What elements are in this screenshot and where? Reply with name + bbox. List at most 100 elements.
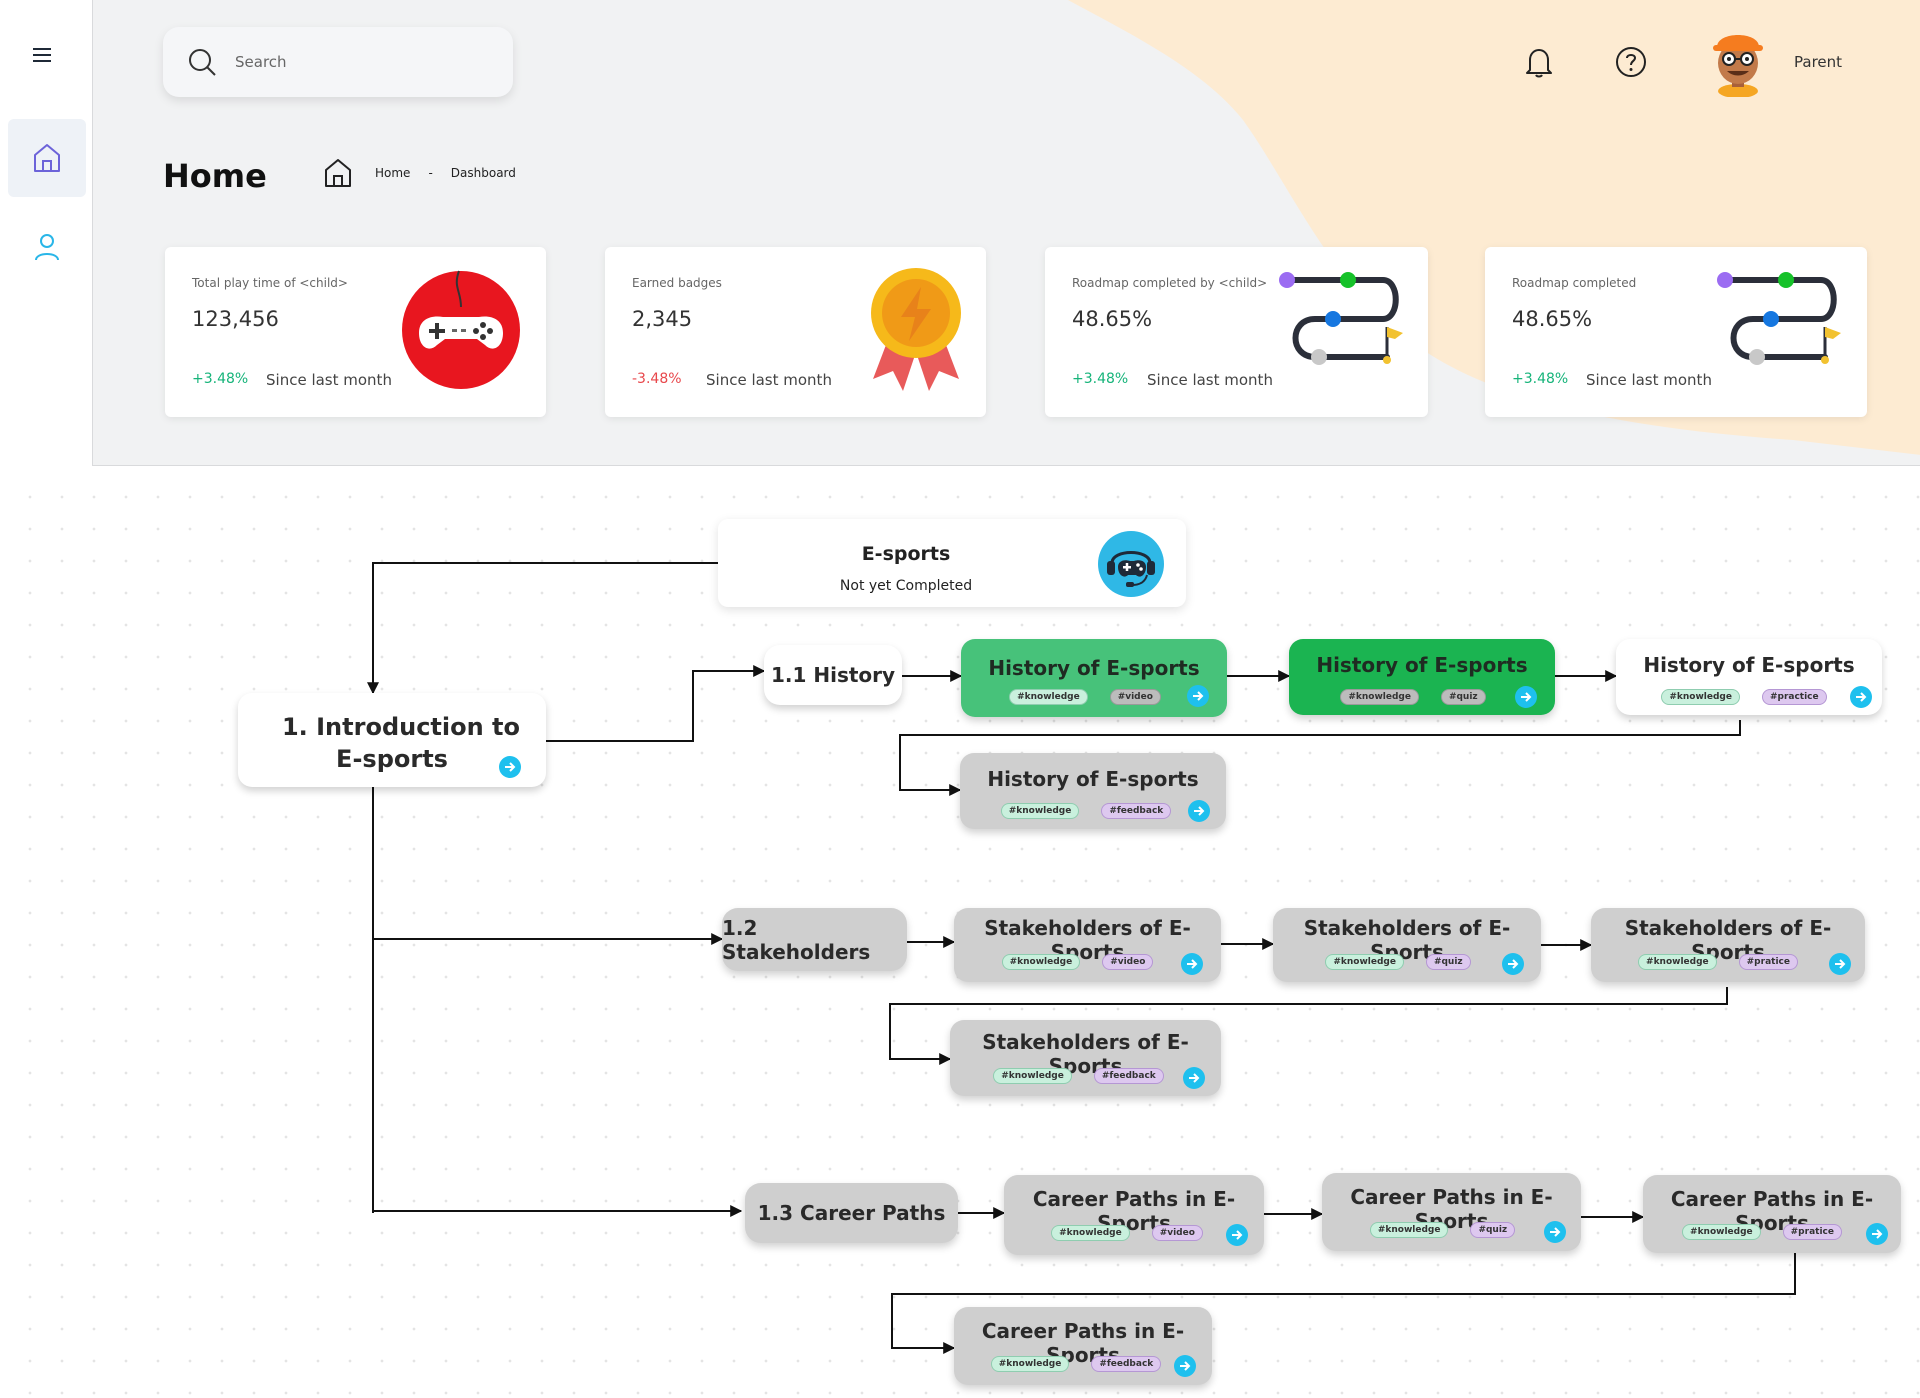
section-1-3-career-paths[interactable]: 1.3 Career Paths — [745, 1183, 958, 1243]
course-card-esports[interactable]: E-sports Not yet Completed — [718, 519, 1186, 607]
tag-video: #video — [1109, 689, 1161, 705]
section-1-1-history[interactable]: 1.1 History — [764, 645, 902, 705]
stat-change: +3.48% — [192, 371, 249, 387]
tag-knowledge: #knowledge — [1009, 689, 1088, 705]
esports-controller-icon — [1098, 531, 1164, 597]
tag-feedback: #feedback — [1101, 803, 1172, 819]
arrow-right-icon[interactable] — [1183, 1067, 1205, 1089]
bell-icon — [1526, 49, 1552, 78]
arrow-right-icon[interactable] — [1866, 1223, 1888, 1245]
tag-knowledge: #knowledge — [1051, 1225, 1130, 1241]
lesson-node[interactable]: History of E-sports #knowledge #quiz — [1289, 639, 1555, 715]
lesson-node[interactable]: Stakeholders of E-Sports #knowledge #prat… — [1591, 908, 1865, 982]
dashboard-header: Parent Home Home - Dashboard Total play … — [92, 0, 1920, 466]
tag-feedback: #feedback — [1093, 1068, 1164, 1084]
arrow-right-icon[interactable] — [499, 756, 521, 778]
user-icon — [35, 234, 59, 261]
stat-value: 2,345 — [632, 307, 693, 331]
tag-knowledge: #knowledge — [1638, 954, 1717, 970]
tag-practice: #practice — [1761, 689, 1827, 705]
breadcrumb-separator: - — [428, 166, 433, 180]
roadmap-icon — [1279, 272, 1403, 365]
course-status: Not yet Completed — [839, 578, 973, 594]
tag-knowledge: #knowledge — [1682, 1224, 1761, 1240]
stat-label: Roadmap completed — [1512, 276, 1637, 290]
tag-knowledge: #knowledge — [990, 1356, 1070, 1372]
gamepad-icon — [402, 270, 520, 389]
stat-label: Total play time of <child> — [192, 276, 348, 290]
stat-value: 48.65% — [1512, 307, 1593, 331]
tag-knowledge: #knowledge — [1369, 1222, 1449, 1238]
help-icon — [1616, 47, 1646, 77]
breadcrumb-home[interactable]: Home — [375, 166, 410, 180]
lesson-node[interactable]: History of E-sports #knowledge #feedback — [960, 753, 1226, 829]
stat-since: Since last month — [1147, 371, 1273, 389]
lesson-title: History of E-sports — [1643, 653, 1855, 677]
breadcrumb-home-icon[interactable] — [323, 157, 353, 189]
lesson-node[interactable]: Career Paths in E-Sports #knowledge #vide… — [1004, 1175, 1264, 1255]
course-title: E-sports — [861, 543, 951, 565]
breadcrumb-dashboard[interactable]: Dashboard — [451, 166, 516, 180]
arrow-right-icon[interactable] — [1515, 686, 1537, 708]
lesson-node[interactable]: History of E-sports #knowledge #video — [961, 639, 1227, 717]
sidebar-item-profile[interactable] — [8, 208, 86, 286]
stat-card-roadmap: Roadmap completed 48.65% +3.48% Since la… — [1485, 247, 1867, 417]
tag-knowledge: #knowledge — [1000, 803, 1080, 819]
topic-introduction-to-esports[interactable]: 1. Introduction to E-sports — [238, 693, 546, 787]
lesson-node[interactable]: Career Paths in E-Sports #knowledge #quiz — [1322, 1173, 1581, 1251]
stat-change: -3.48% — [632, 371, 682, 387]
tag-knowledge: #knowledge — [993, 1068, 1072, 1084]
page-title: Home — [163, 157, 267, 195]
arrow-right-icon[interactable] — [1544, 1221, 1566, 1243]
menu-icon[interactable] — [33, 48, 51, 62]
lesson-title: History of E-sports — [1316, 653, 1528, 677]
lesson-node[interactable]: Stakeholders of E-Sports #knowledge #feed… — [950, 1020, 1221, 1096]
tag-quiz: #quiz — [1425, 954, 1471, 970]
arrow-right-icon[interactable] — [1181, 953, 1203, 975]
arrow-right-icon[interactable] — [1226, 1224, 1248, 1246]
tag-knowledge: #knowledge — [1661, 689, 1740, 705]
stat-change: +3.48% — [1072, 371, 1129, 387]
stat-since: Since last month — [1586, 371, 1712, 389]
stat-value: 123,456 — [192, 307, 279, 331]
stat-since: Since last month — [266, 371, 392, 389]
stat-card-play-time: Total play time of <child> 123,456 +3.48… — [165, 247, 546, 417]
lesson-title: History of E-sports — [988, 656, 1200, 680]
stat-label: Earned badges — [632, 276, 722, 290]
lesson-node[interactable]: History of E-sports #knowledge #practice — [1616, 639, 1882, 715]
notifications-button[interactable] — [1525, 46, 1553, 78]
arrow-right-icon[interactable] — [1174, 1355, 1196, 1377]
roadmap-icon — [1717, 272, 1841, 365]
arrow-right-icon[interactable] — [1502, 953, 1524, 975]
stat-value: 48.65% — [1072, 307, 1153, 331]
search-bar[interactable] — [163, 27, 513, 97]
tag-practice: #pratice — [1738, 954, 1798, 970]
lesson-title: History of E-sports — [987, 767, 1199, 791]
tag-video: #video — [1102, 954, 1154, 970]
lesson-node[interactable]: Stakeholders of E-Sports #knowledge #vide… — [954, 908, 1221, 982]
lesson-node[interactable]: Career Paths in E-Sports #knowledge #feed… — [954, 1307, 1212, 1385]
tag-quiz: #quiz — [1440, 689, 1486, 705]
stat-change: +3.48% — [1512, 371, 1569, 387]
section-1-2-stakeholders[interactable]: 1.2 Stakeholders — [722, 908, 907, 971]
stat-card-roadmap-child: Roadmap completed by <child> 48.65% +3.4… — [1045, 247, 1428, 417]
arrow-right-icon[interactable] — [1850, 686, 1872, 708]
arrow-right-icon[interactable] — [1188, 800, 1210, 822]
tag-knowledge: #knowledge — [1001, 954, 1081, 970]
tag-practice: #pratice — [1782, 1224, 1842, 1240]
avatar[interactable] — [1705, 25, 1771, 97]
user-name[interactable]: Parent — [1794, 53, 1842, 71]
sidebar-item-home[interactable] — [8, 119, 86, 197]
lesson-node[interactable]: Career Paths in E-Sports #knowledge #prat… — [1643, 1175, 1901, 1253]
help-button[interactable] — [1615, 46, 1647, 78]
stat-label: Roadmap completed by <child> — [1072, 276, 1268, 290]
search-input[interactable] — [235, 53, 485, 71]
home-icon — [34, 144, 60, 172]
arrow-right-icon[interactable] — [1187, 685, 1209, 707]
tag-knowledge: #knowledge — [1340, 689, 1419, 705]
tag-quiz: #quiz — [1470, 1222, 1516, 1238]
topic-title-line1: 1. Introduction to — [281, 713, 521, 741]
lesson-node[interactable]: Stakeholders of E-Sports #knowledge #quiz — [1273, 908, 1541, 982]
stat-since: Since last month — [706, 371, 832, 389]
arrow-right-icon[interactable] — [1829, 953, 1851, 975]
